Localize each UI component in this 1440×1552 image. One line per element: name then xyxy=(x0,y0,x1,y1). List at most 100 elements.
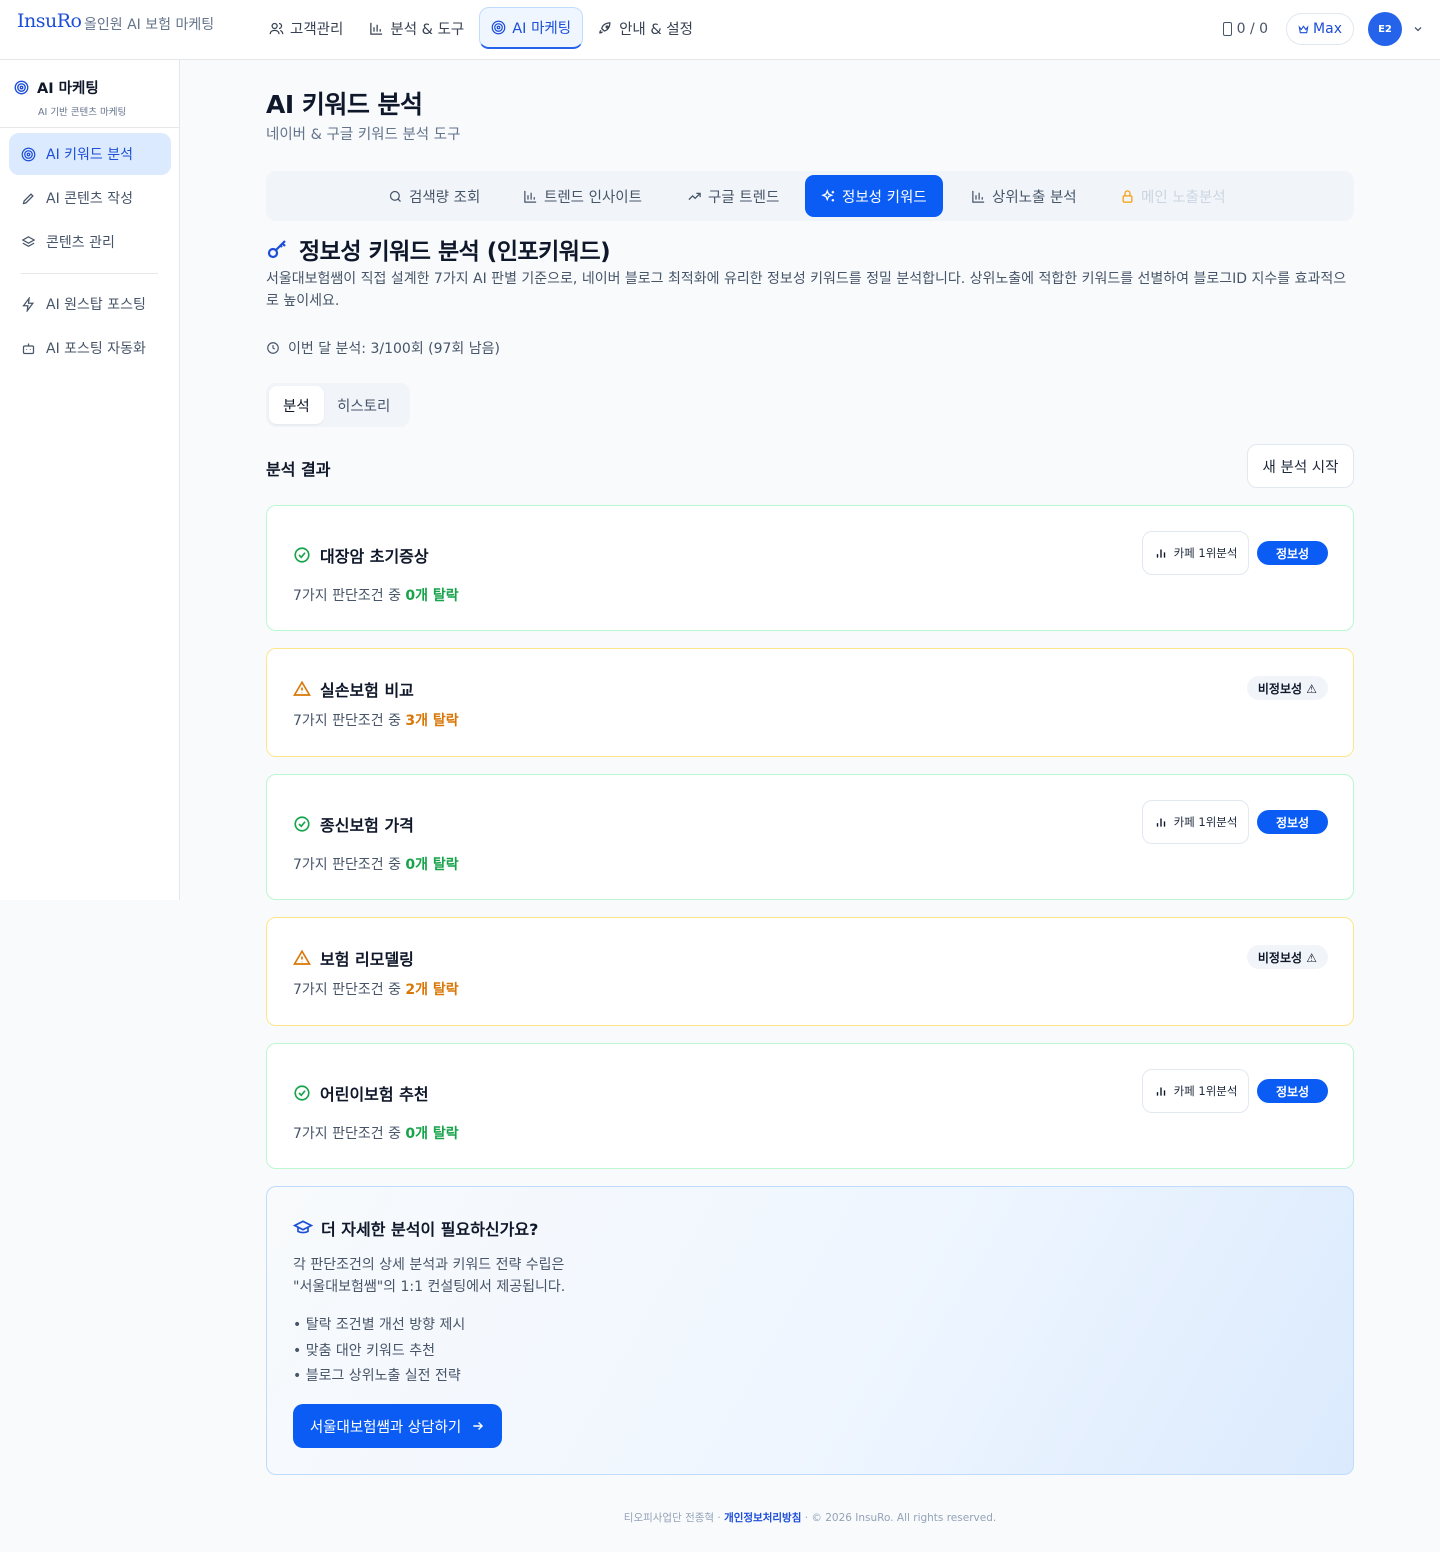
bar-chart-icon xyxy=(1154,546,1168,560)
cafe-analysis-button[interactable]: 카페 1위분석 xyxy=(1142,1069,1249,1113)
cafe-analysis-button[interactable]: 카페 1위분석 xyxy=(1142,800,1249,844)
sidebar-item-keyword-analysis[interactable]: AI 키워드 분석 xyxy=(9,133,171,175)
target-icon xyxy=(21,147,36,162)
result-card: 보험 리모델링 7가지 판단조건 중 2개 탈락 비정보성 ⚠ xyxy=(266,917,1354,1026)
logo[interactable]: InsuRo xyxy=(17,10,82,32)
new-analysis-button[interactable]: 새 분석 시작 xyxy=(1247,444,1354,488)
top-header: InsuRo 올인원 AI 보험 마케팅 고객관리 분석 & 도구 AI 마케팅… xyxy=(0,0,1440,60)
cafe-analysis-label: 카페 1위분석 xyxy=(1173,815,1238,829)
section-description: 서울대보험쌤이 직접 설계한 7가지 AI 판별 기준으로, 네이버 블로그 최… xyxy=(266,271,1347,309)
sidebar-item-label: AI 콘텐츠 작성 xyxy=(46,191,134,207)
users-icon xyxy=(269,21,284,36)
check-circle-icon xyxy=(293,546,311,564)
status-badge: 비정보성 ⚠ xyxy=(1246,676,1328,700)
result-keyword-text: 보험 리모델링 xyxy=(320,950,414,969)
status-badge: 정보성 xyxy=(1257,1079,1328,1103)
monthly-quota: 이번 달 분석: 3/100회 (97회 남음) xyxy=(266,338,500,358)
bar-chart-icon xyxy=(1154,1084,1168,1098)
status-badge: 비정보성 ⚠ xyxy=(1246,945,1328,969)
fail-count: 0개 탈락 xyxy=(405,588,459,604)
consult-button[interactable]: 서울대보험쌤과 상담하기 xyxy=(293,1404,502,1448)
footer-copyright: · © 2026 InsuRo. All rights reserved. xyxy=(804,1512,997,1524)
tab-top-exposure[interactable]: 상위노출 분석 xyxy=(955,175,1093,217)
privacy-link[interactable]: 개인정보처리방침 xyxy=(724,1512,801,1524)
sidebar-item-label: 콘텐츠 관리 xyxy=(46,235,115,251)
result-card: 종신보험 가격 7가지 판단조건 중 0개 탈락 카페 1위분석 정보성 xyxy=(266,774,1354,900)
warning-icon xyxy=(293,949,311,967)
warning-icon xyxy=(293,680,311,698)
criteria-prefix: 7가지 판단조건 중 xyxy=(293,588,406,604)
result-keyword: 종신보험 가격 xyxy=(293,812,414,836)
result-keyword-text: 종신보험 가격 xyxy=(320,816,414,835)
nav-analysis-tools[interactable]: 분석 & 도구 xyxy=(358,7,475,49)
result-card: 어린이보험 추천 7가지 판단조건 중 0개 탈락 카페 1위분석 정보성 xyxy=(266,1043,1354,1169)
result-keyword-text: 실손보험 비교 xyxy=(320,681,414,700)
criteria-prefix: 7가지 판단조건 중 xyxy=(293,713,406,729)
sidebar-divider xyxy=(21,273,158,274)
pencil-icon xyxy=(21,191,36,206)
result-keyword: 어린이보험 추천 xyxy=(293,1081,429,1105)
status-badge: 정보성 xyxy=(1257,810,1328,834)
tab-info-keyword[interactable]: 정보성 키워드 xyxy=(805,175,943,217)
result-keyword: 실손보험 비교 xyxy=(293,677,414,701)
nav-label: 안내 & 설정 xyxy=(619,21,693,38)
tab-search-volume[interactable]: 검색량 조회 xyxy=(372,175,496,217)
result-card: 대장암 초기증상 7가지 판단조건 중 0개 탈락 카페 1위분석 정보성 xyxy=(266,505,1354,631)
crown-icon xyxy=(1298,24,1309,35)
sidebar: AI 마케팅 AI 기반 콘텐츠 마케팅 AI 키워드 분석 AI 콘텐츠 작성… xyxy=(0,60,180,900)
result-keyword-text: 대장암 초기증상 xyxy=(320,547,429,566)
nav-customers[interactable]: 고객관리 xyxy=(258,7,354,49)
plan-badge[interactable]: Max xyxy=(1286,13,1354,45)
tab-trend-insight[interactable]: 트렌드 인사이트 xyxy=(507,175,658,217)
trending-up-icon xyxy=(687,189,702,204)
tab-google-trend[interactable]: 구글 트렌드 xyxy=(671,175,795,217)
sidebar-title-text: AI 마케팅 xyxy=(37,81,99,97)
tab-label: 메인 노출분석 xyxy=(1141,189,1226,206)
result-criteria: 7가지 판단조건 중 2개 탈락 xyxy=(293,979,459,999)
section-title-text: 정보성 키워드 분석 (인포키워드) xyxy=(299,239,611,265)
sidebar-item-content-write[interactable]: AI 콘텐츠 작성 xyxy=(9,177,171,219)
target-icon xyxy=(491,20,506,35)
sidebar-item-auto-posting[interactable]: AI 포스팅 자동화 xyxy=(9,327,171,369)
main-nav: 고객관리 분석 & 도구 AI 마케팅 안내 & 설정 xyxy=(258,7,704,49)
plan-label: Max xyxy=(1313,21,1342,37)
sidebar-item-label: AI 키워드 분석 xyxy=(46,147,134,163)
sidebar-item-content-manage[interactable]: 콘텐츠 관리 xyxy=(9,221,171,263)
nav-ai-marketing[interactable]: AI 마케팅 xyxy=(479,7,584,49)
search-icon xyxy=(388,189,403,204)
fail-count: 3개 탈락 xyxy=(405,713,459,729)
consult-button-label: 서울대보험쌤과 상담하기 xyxy=(309,1419,462,1436)
criteria-prefix: 7가지 판단조건 중 xyxy=(293,982,406,998)
bar-chart-icon xyxy=(369,21,384,36)
tab-label: 상위노출 분석 xyxy=(992,189,1077,206)
section-title: 정보성 키워드 분석 (인포키워드) xyxy=(266,232,611,266)
bar-chart-icon xyxy=(1154,815,1168,829)
robot-icon xyxy=(21,341,36,356)
cafe-analysis-button[interactable]: 카페 1위분석 xyxy=(1142,531,1249,575)
sidebar-title: AI 마케팅 xyxy=(14,77,179,98)
tab-label: 검색량 조회 xyxy=(409,189,481,206)
nav-guide-settings[interactable]: 안내 & 설정 xyxy=(587,7,704,49)
criteria-prefix: 7가지 판단조건 중 xyxy=(293,1126,406,1142)
result-keyword-text: 어린이보험 추천 xyxy=(320,1085,429,1104)
tab-label: 트렌드 인사이트 xyxy=(544,189,642,206)
check-circle-icon xyxy=(293,815,311,833)
promo-title-text: 더 자세한 분석이 필요하신가요? xyxy=(321,1220,539,1239)
sidebar-item-onestop-posting[interactable]: AI 원스탑 포스팅 xyxy=(9,283,171,325)
sidebar-item-label: AI 원스탑 포스팅 xyxy=(46,297,146,313)
chevron-down-icon[interactable] xyxy=(1412,23,1424,35)
segment-analysis[interactable]: 분석 xyxy=(269,386,324,424)
usage-count: 0 / 0 xyxy=(1222,21,1268,37)
tool-tabs: 검색량 조회 트렌드 인사이트 구글 트렌드 정보성 키워드 상위노출 분석 메… xyxy=(266,171,1354,221)
result-criteria: 7가지 판단조건 중 0개 탈락 xyxy=(293,585,459,605)
check-circle-icon xyxy=(293,1084,311,1102)
layers-icon xyxy=(21,235,36,250)
avatar[interactable]: E2 xyxy=(1368,12,1402,46)
segment-history[interactable]: 히스토리 xyxy=(323,386,404,424)
result-keyword: 보험 리모델링 xyxy=(293,946,414,970)
sparkles-icon xyxy=(821,188,836,204)
key-icon xyxy=(266,237,290,261)
promo-benefits: 탈락 조건별 개선 방향 제시 맞춤 대안 키워드 추천 블로그 상위노출 실전… xyxy=(293,1313,465,1390)
tab-main-exposure[interactable]: 메인 노출분석 xyxy=(1104,175,1242,217)
graduation-cap-icon xyxy=(293,1218,313,1238)
